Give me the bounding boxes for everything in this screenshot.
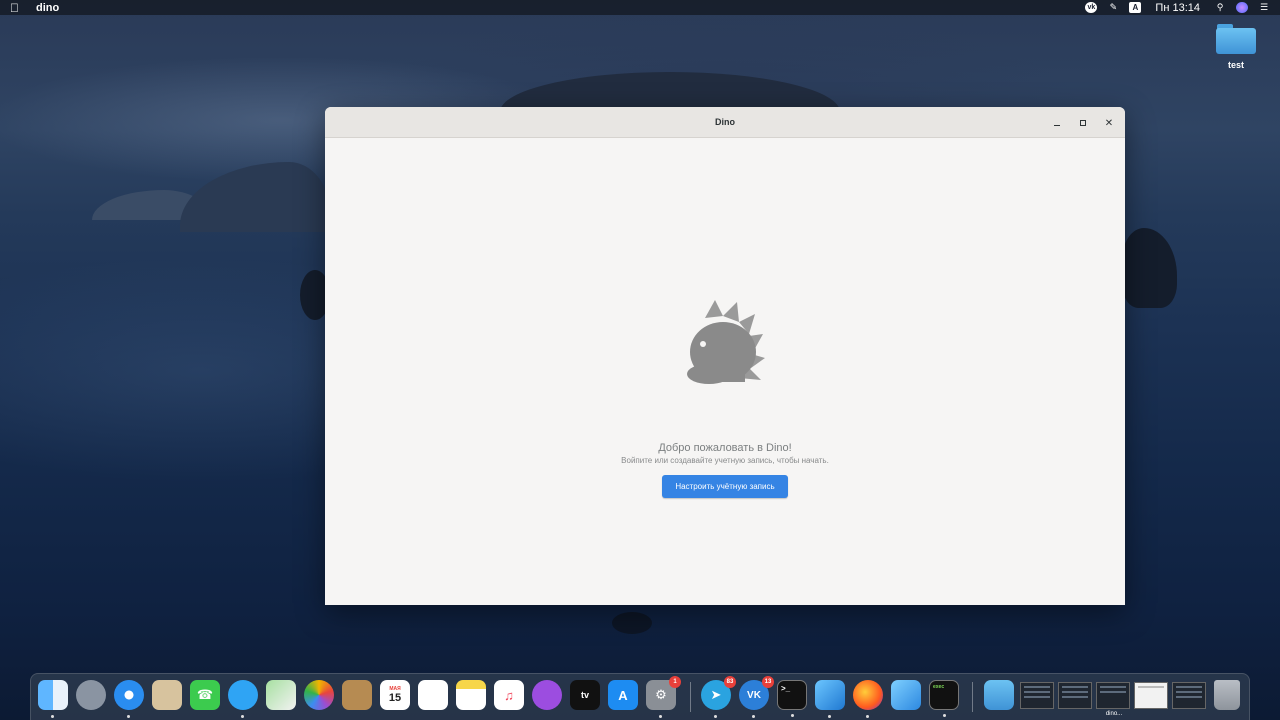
notebook-status-icon[interactable]: ✎ <box>1107 2 1119 13</box>
vk-badge: 13 <box>762 676 774 688</box>
desktop-folder-label: test <box>1227 60 1244 70</box>
dock-downloads-folder-icon[interactable] <box>984 680 1014 710</box>
dock-trash-icon[interactable] <box>1214 680 1240 710</box>
wallpaper-rock <box>612 612 652 634</box>
control-center-icon[interactable]: ☰ <box>1258 2 1270 13</box>
apple-menu-icon[interactable]:  <box>10 1 22 15</box>
dock-calendar-icon[interactable]: МАЯ 15 <box>380 680 410 710</box>
folder-icon <box>1216 22 1256 54</box>
dino-window: Dino ✕ Добро пожаловать в Dino! Войпите … <box>325 107 1125 605</box>
dock-vk-icon[interactable]: VK 13 <box>739 676 774 718</box>
dock-xcode-icon[interactable] <box>815 680 845 718</box>
dock-system-preferences-icon[interactable]: ⚙ 1 <box>646 676 681 718</box>
close-button[interactable]: ✕ <box>1101 115 1117 131</box>
app-menu-name[interactable]: dino <box>36 2 59 14</box>
calendar-day: 15 <box>388 692 402 704</box>
dock-music-icon[interactable]: ♫ <box>494 680 524 710</box>
setup-account-button[interactable]: Настроить учётную запись <box>662 475 788 498</box>
status-area: vk ✎ A Пн 13:14 ⚲ ☰ <box>1085 2 1270 14</box>
exec-label: exec <box>933 684 945 690</box>
dock-minimized-window[interactable] <box>1058 682 1092 709</box>
appletv-label: tv <box>580 690 589 700</box>
search-icon[interactable]: ⚲ <box>1214 2 1226 13</box>
menu-bar:  dino vk ✎ A Пн 13:14 ⚲ ☰ <box>0 0 1280 15</box>
dock-podcasts-icon[interactable] <box>532 680 562 710</box>
dock-firefox-icon[interactable] <box>853 680 883 718</box>
input-source-icon[interactable]: A <box>1129 2 1142 13</box>
dock-appstore-icon[interactable]: A <box>608 680 638 710</box>
minimize-button[interactable] <box>1049 115 1065 131</box>
dock: ☎ МАЯ 15 ♫ tv A ⚙ 1 ➤ 83 VK 13 >_ exec dino… <box>30 673 1250 720</box>
desktop-folder-test[interactable]: test <box>1212 22 1260 70</box>
dino-logo-icon <box>687 300 765 384</box>
dock-telegram-icon[interactable]: ➤ 83 <box>701 676 736 718</box>
close-icon: ✕ <box>1104 117 1114 129</box>
window-title: Dino <box>715 117 735 127</box>
siri-icon[interactable] <box>1236 2 1248 13</box>
window-titlebar[interactable]: Dino ✕ <box>325 107 1125 138</box>
dock-exec-icon[interactable]: exec <box>929 680 959 717</box>
dock-minimized-dino-window[interactable]: dino... <box>1096 682 1130 717</box>
dock-terminal-icon[interactable]: >_ <box>777 680 807 717</box>
dock-contacts-icon[interactable] <box>342 680 372 710</box>
window-controls: ✕ <box>1049 115 1117 131</box>
dock-appletv-icon[interactable]: tv <box>570 680 600 710</box>
terminal-prompt: >_ <box>781 684 791 693</box>
wallpaper-island <box>180 162 330 232</box>
dock-safari-icon[interactable] <box>114 680 144 718</box>
dock-separator <box>690 682 691 712</box>
maximize-icon <box>1080 120 1086 126</box>
dock-mail-icon[interactable] <box>152 680 182 710</box>
maximize-button[interactable] <box>1075 115 1091 131</box>
dock-minimized-window[interactable] <box>1172 682 1206 709</box>
minimize-icon <box>1054 124 1060 127</box>
dock-photos-icon[interactable] <box>304 680 334 710</box>
dock-maps-icon[interactable] <box>266 680 296 710</box>
menu-clock[interactable]: Пн 13:14 <box>1155 2 1200 14</box>
dock-messages-icon[interactable] <box>228 680 258 718</box>
wallpaper-island <box>500 72 840 112</box>
telegram-badge: 83 <box>724 676 736 688</box>
settings-badge: 1 <box>669 676 681 688</box>
welcome-placeholder: Добро пожаловать в Dino! Войпите или соз… <box>325 138 1125 605</box>
welcome-title: Добро пожаловать в Dino! <box>658 442 792 454</box>
vk-status-icon[interactable]: vk <box>1085 2 1098 13</box>
dock-reminders-icon[interactable] <box>418 680 448 710</box>
welcome-subtitle: Войпите или создавайте учетную запись, ч… <box>621 456 829 465</box>
dock-simulator-icon[interactable] <box>891 680 921 710</box>
dock-minimized-window[interactable] <box>1134 682 1168 709</box>
dock-launchpad-icon[interactable] <box>76 680 106 710</box>
dino-thumb-label: dino... <box>1105 711 1123 717</box>
dock-separator <box>972 682 973 712</box>
dock-facetime-icon[interactable]: ☎ <box>190 680 220 710</box>
dock-finder-icon[interactable] <box>38 680 68 718</box>
dock-minimized-window[interactable] <box>1020 682 1054 709</box>
dock-notes-icon[interactable] <box>456 680 486 710</box>
